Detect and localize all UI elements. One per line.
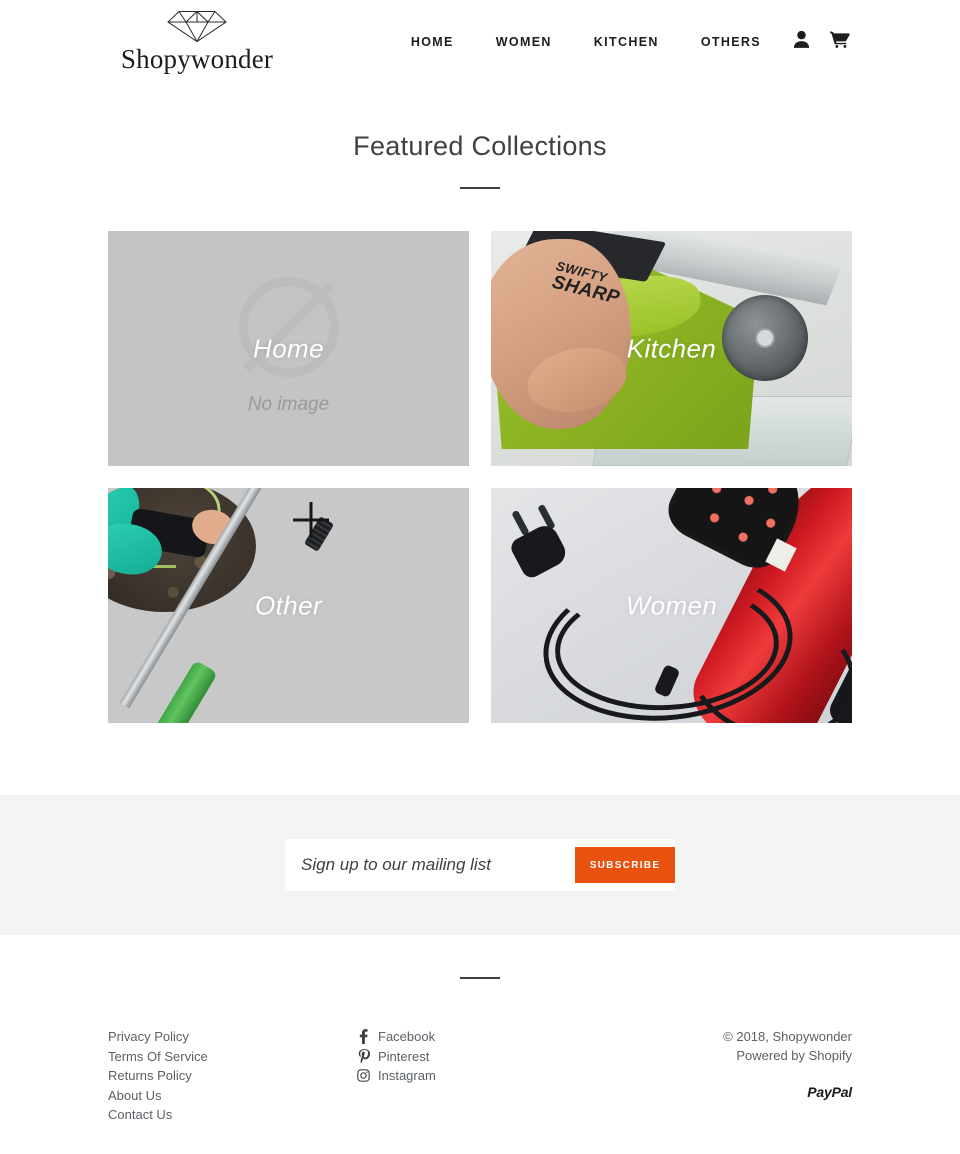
social-link-pinterest[interactable]: Pinterest <box>356 1047 604 1067</box>
social-link-instagram[interactable]: Instagram <box>356 1066 604 1086</box>
collection-grid: Home No image SWIFTY SHARP Kitchen Other… <box>108 231 852 723</box>
collection-card-label: Other <box>254 590 323 620</box>
footer-divider <box>460 977 500 979</box>
subscribe-button[interactable]: Subscribe <box>575 847 675 883</box>
collection-card-label: Home <box>253 333 324 363</box>
pinterest-icon <box>356 1048 371 1064</box>
user-icon[interactable] <box>793 30 810 53</box>
social-label: Facebook <box>378 1029 436 1044</box>
footer-social-column: Facebook Pinterest Instagram <box>356 1027 604 1125</box>
collection-card-home[interactable]: Home No image <box>108 231 469 466</box>
page-title: Featured Collections <box>353 131 607 161</box>
collection-card-kitchen[interactable]: SWIFTY SHARP Kitchen <box>491 231 852 466</box>
facebook-icon <box>356 1029 371 1045</box>
shopping-cart-icon[interactable] <box>830 30 850 53</box>
footer-link-contact-us[interactable]: Contact Us <box>108 1105 356 1125</box>
footer-link-privacy-policy[interactable]: Privacy Policy <box>108 1027 356 1047</box>
plus-icon <box>293 502 329 538</box>
footer-link-returns-policy[interactable]: Returns Policy <box>108 1066 356 1086</box>
nav-item-home[interactable]: HOME <box>411 35 454 49</box>
site-footer: Privacy Policy Terms Of Service Returns … <box>0 935 960 1125</box>
instagram-icon <box>356 1069 371 1083</box>
social-link-facebook[interactable]: Facebook <box>356 1027 604 1047</box>
no-image-text: No image <box>247 394 330 415</box>
site-logo[interactable]: Shopywonder <box>120 9 274 75</box>
copyright-text: © 2018, Shopywonder <box>723 1029 852 1044</box>
powered-by-text: Powered by Shopify <box>736 1048 852 1063</box>
paypal-icon: PayPal <box>807 1084 852 1100</box>
header-right: HOME WOMEN KITCHEN OTHERS <box>411 30 850 53</box>
nav-item-women[interactable]: WOMEN <box>496 35 552 49</box>
newsletter-section: Subscribe <box>0 795 960 935</box>
newsletter-email-input[interactable] <box>301 839 575 891</box>
footer-legal-column: © 2018, Shopywonder Powered by Shopify P… <box>604 1027 852 1125</box>
logo-wordmark: Shopywonder <box>120 44 274 74</box>
footer-link-terms-of-service[interactable]: Terms Of Service <box>108 1047 356 1067</box>
diamond-icon <box>166 9 228 43</box>
collection-card-women[interactable]: Women <box>491 488 852 723</box>
collection-card-other[interactable]: Other <box>108 488 469 723</box>
collection-card-label: Kitchen <box>626 333 717 363</box>
nav-item-others[interactable]: OTHERS <box>701 35 761 49</box>
social-label: Pinterest <box>378 1048 430 1064</box>
main-navigation: HOME WOMEN KITCHEN OTHERS <box>411 35 791 49</box>
title-divider <box>460 187 500 189</box>
collection-card-label: Women <box>625 590 718 620</box>
featured-collections-section: Featured Collections Home No image SWIFT <box>0 84 960 723</box>
social-label: Instagram <box>378 1068 436 1083</box>
footer-links-column: Privacy Policy Terms Of Service Returns … <box>108 1027 356 1125</box>
footer-columns: Privacy Policy Terms Of Service Returns … <box>108 1027 852 1125</box>
nav-item-kitchen[interactable]: KITCHEN <box>594 35 659 49</box>
site-header: Shopywonder HOME WOMEN KITCHEN OTHERS <box>0 0 960 84</box>
newsletter-form: Subscribe <box>285 839 675 891</box>
footer-link-about-us[interactable]: About Us <box>108 1086 356 1106</box>
